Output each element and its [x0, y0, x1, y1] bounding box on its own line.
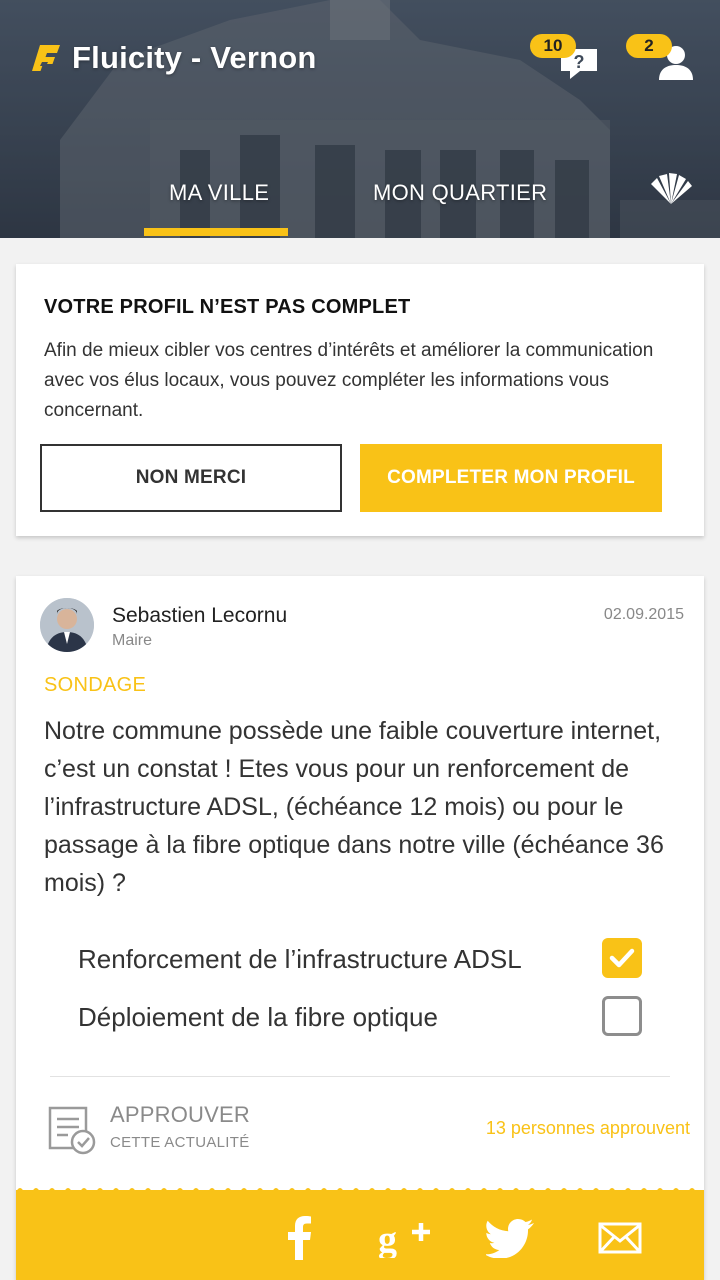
tab-bar: MA VILLE MON QUARTIER: [0, 168, 720, 238]
profile-card-title: VOTRE PROFIL N’EST PAS COMPLET: [44, 296, 411, 318]
google-plus-icon[interactable]: g: [378, 1218, 434, 1258]
approve-button-sublabel: CETTE ACTUALITÉ: [110, 1134, 250, 1151]
approve-icon[interactable]: [46, 1104, 98, 1156]
svg-text:?: ?: [574, 52, 585, 72]
poll-option[interactable]: Déploiement de la fibre optique: [78, 996, 658, 1040]
messages-badge: 10: [530, 34, 576, 58]
author-photo: [40, 598, 94, 652]
approve-button-label[interactable]: APPROUVER: [110, 1102, 250, 1128]
svg-text:g: g: [378, 1219, 397, 1258]
share-bar-edge: [16, 1188, 704, 1192]
complete-profile-button[interactable]: COMPLETER MON PROFIL: [360, 444, 662, 512]
app-brand: Fluicity - Vernon: [28, 40, 317, 76]
post-date: 02.09.2015: [603, 606, 684, 623]
profile-badge: 2: [626, 34, 672, 58]
checkmark-icon: [609, 948, 635, 968]
poll-post-card: Sebastien Lecornu Maire 02.09.2015 SONDA…: [16, 576, 704, 1280]
tab-ma-ville[interactable]: MA VILLE: [169, 180, 269, 206]
post-kind-label: SONDAGE: [44, 674, 147, 696]
fluicity-logo-icon: [32, 45, 60, 71]
profile-card-text: Afin de mieux cibler vos centres d’intér…: [44, 340, 654, 421]
author-name[interactable]: Sebastien Lecornu: [112, 604, 287, 628]
incomplete-profile-card: VOTRE PROFIL N’EST PAS COMPLET Afin de m…: [16, 264, 704, 536]
author-role: Maire: [112, 632, 153, 649]
poll-option[interactable]: Renforcement de l’infrastructure ADSL: [78, 938, 658, 982]
approve-count[interactable]: 13 personnes approuvent: [486, 1118, 690, 1139]
avatar[interactable]: [40, 598, 94, 652]
app-header: Fluicity - Vernon ? 10 2 MA VILLE MON QU…: [0, 0, 720, 238]
share-bar: g: [16, 1188, 704, 1280]
poll-option-label: Déploiement de la fibre optique: [78, 1002, 438, 1032]
post-body: Notre commune possède une faible couvert…: [44, 717, 664, 897]
checkbox-checked[interactable]: [602, 938, 642, 978]
twitter-icon[interactable]: [486, 1218, 536, 1258]
checkbox-unchecked[interactable]: [602, 996, 642, 1036]
divider: [50, 1076, 670, 1077]
facebook-icon[interactable]: [282, 1214, 318, 1260]
active-tab-indicator: [144, 228, 288, 236]
poll-option-label: Renforcement de l’infrastructure ADSL: [78, 944, 522, 974]
tab-mon-quartier[interactable]: MON QUARTIER: [373, 180, 547, 206]
fan-icon[interactable]: [648, 172, 694, 206]
email-icon[interactable]: [598, 1222, 642, 1254]
app-title: Fluicity - Vernon: [72, 40, 317, 75]
decline-button[interactable]: NON MERCI: [40, 444, 342, 512]
